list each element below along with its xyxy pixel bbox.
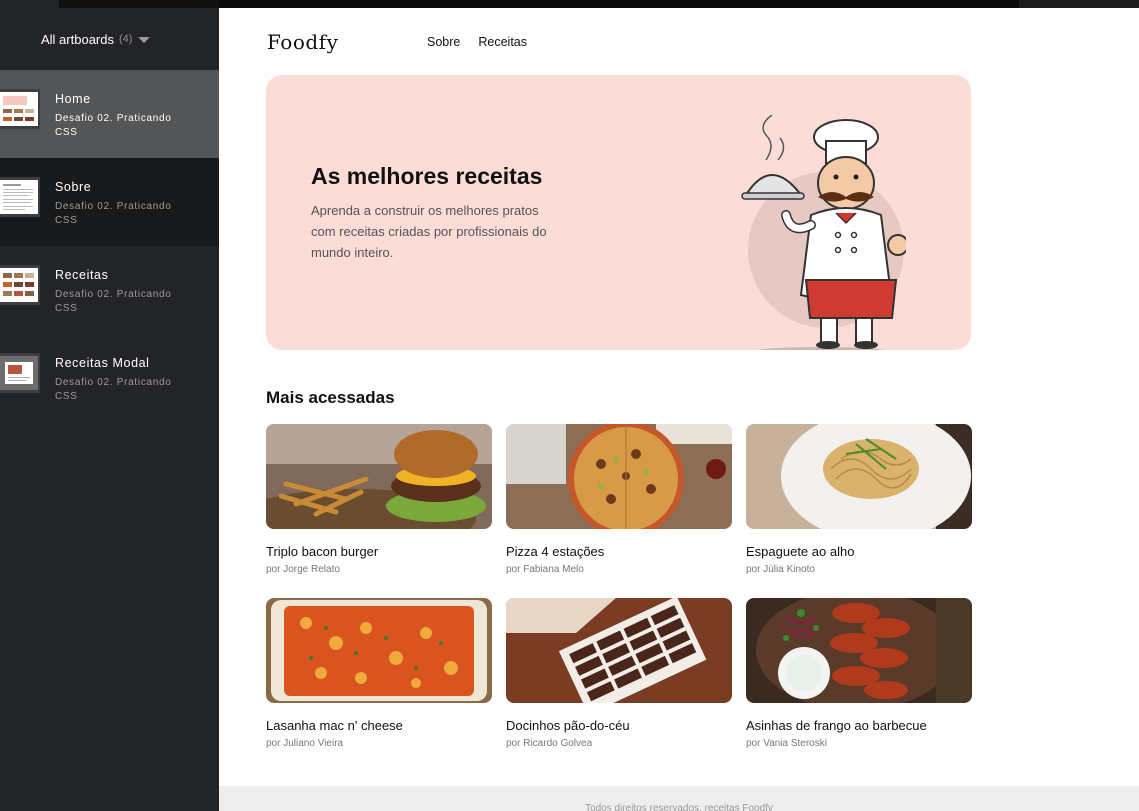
artboard-item-sobre[interactable]: Sobre Desafio 02. Praticando CSS [0, 158, 219, 246]
recipe-card[interactable]: Espaguete ao alho por Júlia Kinoto [746, 424, 972, 575]
recipe-card[interactable]: Asinhas de frango ao barbecue por Vania … [746, 598, 972, 749]
recipe-author: por Júlia Kinoto [746, 564, 815, 575]
all-artboards-dropdown[interactable]: All artboards (4) [0, 8, 219, 70]
pizza-photo [506, 424, 732, 529]
hero-banner: As melhores receitas Aprenda a construir… [266, 75, 971, 350]
recipe-author: por Ricardo Golvea [506, 738, 593, 749]
artboard-subtitle: Desafio 02. Praticando CSS [55, 289, 172, 314]
recipe-card[interactable]: Docinhos pão-do-céu por Ricardo Golvea [506, 598, 732, 749]
chef-illustration [741, 115, 906, 350]
artboard-thumbnail-receitas-modal [0, 353, 40, 393]
artboard-title: Receitas Modal [55, 356, 150, 370]
nav-link-receitas[interactable]: Receitas [478, 35, 527, 49]
artboard-title: Home [55, 92, 91, 106]
lasagna-photo [266, 598, 492, 703]
artboard-canvas: Foodfy Sobre Receitas As melhores receit… [219, 8, 1139, 811]
sidebar-top-bar [59, 0, 219, 8]
burger-photo [266, 424, 492, 529]
site-nav: Sobre Receitas [427, 35, 527, 49]
site-footer: Todos direitos reservados. receitas Food… [219, 786, 1139, 811]
recipe-name: Espaguete ao alho [746, 544, 855, 559]
footer-text: Todos direitos reservados. receitas Food… [585, 803, 773, 811]
artboards-count: (4) [118, 33, 133, 45]
window-top-strip [219, 0, 1139, 8]
recipe-author: por Jorge Relato [266, 564, 340, 575]
all-artboards-label: All artboards [41, 31, 114, 47]
sweets-photo [506, 598, 732, 703]
recipe-card[interactable]: Pizza 4 estações por Fabiana Melo [506, 424, 732, 575]
artboard-subtitle: Desafio 02. Praticando CSS [55, 377, 172, 402]
recipe-author: por Juliano Vieira [266, 738, 344, 749]
recipe-name: Asinhas de frango ao barbecue [746, 718, 927, 733]
recipe-author: por Fabiana Melo [506, 564, 584, 575]
artboard-item-receitas-modal[interactable]: Receitas Modal Desafio 02. Praticando CS… [0, 334, 219, 422]
caret-down-icon [138, 37, 151, 43]
recipe-name: Pizza 4 estações [506, 544, 605, 559]
artboard-item-receitas[interactable]: Receitas Desafio 02. Praticando CSS [0, 246, 219, 334]
recipe-card[interactable]: Triplo bacon burger por Jorge Relato [266, 424, 492, 575]
chicken-wings-photo [746, 598, 972, 703]
hero-title: As melhores receitas [311, 163, 543, 189]
site-logo[interactable]: Foodfy [267, 30, 338, 54]
recipe-card[interactable]: Lasanha mac n' cheese por Juliano Vieira [266, 598, 492, 749]
artboard-title: Sobre [55, 180, 92, 194]
recipe-name: Triplo bacon burger [266, 544, 379, 559]
section-title: Mais acessadas [266, 388, 395, 407]
nav-link-sobre[interactable]: Sobre [427, 35, 460, 49]
artboard-title: Receitas [55, 268, 109, 282]
recipe-author: por Vania Steroski [746, 738, 827, 749]
spaghetti-photo [746, 424, 972, 529]
recipe-name: Lasanha mac n' cheese [266, 718, 403, 733]
artboard-thumbnail-sobre [0, 177, 40, 217]
artboard-item-home[interactable]: Home Desafio 02. Praticando CSS [0, 70, 219, 158]
artboard-thumbnail-home [0, 89, 40, 129]
artboard-subtitle: Desafio 02. Praticando CSS [55, 113, 172, 138]
hero-description: Aprenda a construir os melhores pratos c… [311, 203, 547, 260]
artboards-sidebar: All artboards (4) Home Desafio 02. Prati… [0, 0, 219, 811]
recipe-name: Docinhos pão-do-céu [506, 718, 630, 733]
artboard-subtitle: Desafio 02. Praticando CSS [55, 201, 172, 226]
artboard-thumbnail-receitas [0, 265, 40, 305]
